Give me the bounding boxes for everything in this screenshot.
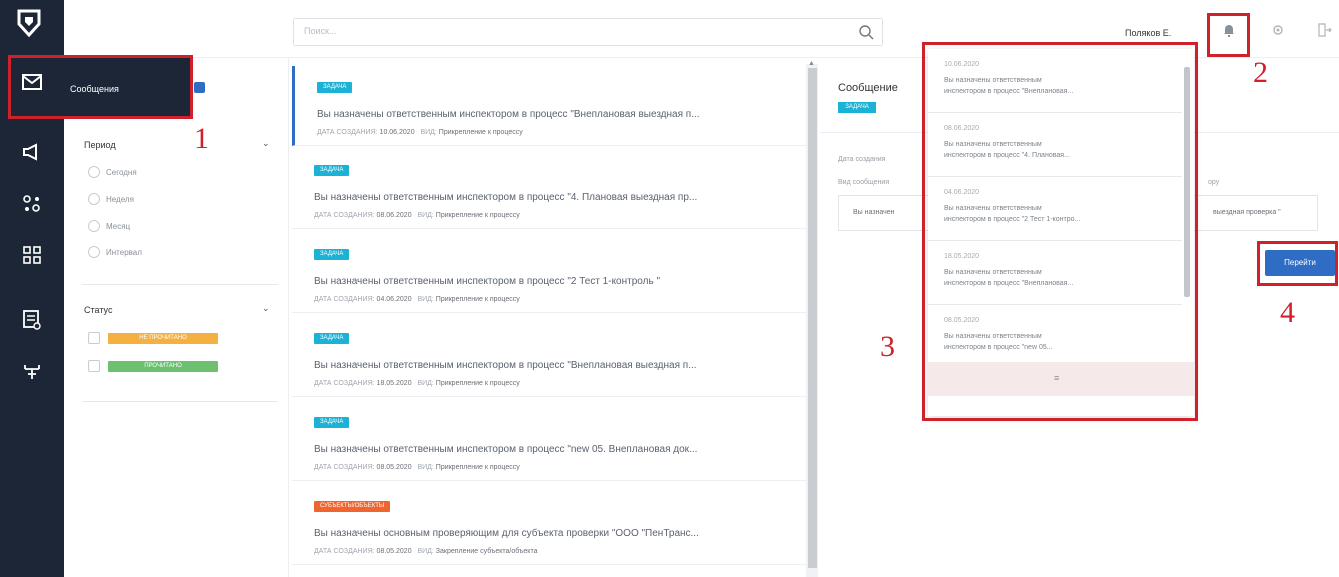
search-placeholder: Поиск...: [304, 26, 337, 36]
logout-icon[interactable]: [1316, 22, 1332, 38]
date-created-label: Дата создания: [838, 156, 886, 163]
logo-icon[interactable]: [14, 8, 44, 38]
megaphone-icon[interactable]: [18, 138, 46, 166]
filter-panel: Сообщения Период ⌄ Сегодня Неделя Месяц …: [64, 58, 289, 577]
chevron-down-icon[interactable]: ⌄: [262, 303, 270, 314]
annotation-box-3: [922, 42, 1198, 421]
list-item[interactable]: СУБЪЕКТЫ/ОБЪЕКТЫ Вы назначены основным п…: [292, 485, 806, 565]
annotation-number-3: 3: [880, 330, 895, 363]
list-item[interactable]: ЗАДАЧА Вы назначены ответственным инспек…: [292, 317, 806, 397]
task-badge: ЗАДАЧА: [314, 417, 350, 428]
status-title: Статус: [84, 305, 113, 315]
chevron-down-icon[interactable]: ⌄: [262, 138, 270, 149]
task-badge: ЗАДАЧА: [314, 333, 350, 344]
message-title: Вы назначены ответственным инспектором в…: [314, 360, 697, 371]
radio-week-label: Неделя: [106, 195, 134, 204]
app: Поиск... Поляков Е. Сообщения Период ⌄ С…: [0, 0, 1339, 577]
status-unread-tag: НЕ ПРОЧИТАНО: [108, 333, 218, 344]
annotation-box-2: [1207, 13, 1250, 57]
network-icon[interactable]: [18, 190, 46, 218]
message-body-start: Вы назначен: [853, 209, 895, 216]
radio-interval[interactable]: [88, 246, 100, 258]
detail-side-label: ору: [1208, 179, 1220, 186]
task-badge: ЗАДАЧА: [314, 165, 350, 176]
message-list: ЗАДАЧА Вы назначены ответственным инспек…: [292, 64, 806, 577]
message-type-label: Вид сообщения: [838, 179, 890, 186]
annotation-box-4: [1257, 241, 1338, 286]
list-item[interactable]: ЗАДАЧА Вы назначены ответственным инспек…: [292, 66, 806, 146]
list-item[interactable]: ЗАДАЧА Вы назначены ответственным инспек…: [292, 233, 806, 313]
message-meta: ДАТА СОЗДАНИЯ: 10.06.2020 ВИД: Прикрепле…: [317, 129, 523, 136]
list-scrollbar-thumb[interactable]: [808, 68, 817, 568]
annotation-number-1: 1: [194, 122, 209, 155]
task-badge: ЗАДАЧА: [317, 82, 353, 93]
annotation-number-2: 2: [1253, 56, 1268, 89]
grid-icon[interactable]: [18, 241, 46, 269]
detail-badge: ЗАДАЧА: [838, 102, 876, 113]
checklist-icon[interactable]: [18, 306, 46, 334]
message-title: Вы назначены основным проверяющим для су…: [314, 528, 699, 539]
status-read-tag: ПРОЧИТАНО: [108, 361, 218, 372]
search-icon[interactable]: [858, 24, 874, 40]
search-input[interactable]: Поиск...: [293, 18, 883, 46]
status-read-checkbox[interactable]: [88, 360, 100, 372]
annotation-box-1: [8, 55, 193, 119]
user-name[interactable]: Поляков Е.: [1125, 28, 1171, 38]
message-meta: ДАТА СОЗДАНИЯ: 08.05.2020 ВИД: Закреплен…: [314, 548, 538, 555]
message-meta: ДАТА СОЗДАНИЯ: 08.05.2020 ВИД: Прикрепле…: [314, 464, 520, 471]
radio-today-label: Сегодня: [106, 168, 137, 177]
status-unread-checkbox[interactable]: [88, 332, 100, 344]
radio-week[interactable]: [88, 193, 100, 205]
task-badge: ЗАДАЧА: [314, 249, 350, 260]
scroll-up-icon[interactable]: ▲: [808, 60, 815, 67]
message-title: Вы назначены ответственным инспектором в…: [317, 109, 700, 120]
divider: [82, 401, 278, 402]
gear-icon[interactable]: [1270, 22, 1286, 38]
period-title: Период: [84, 140, 116, 150]
divider: [82, 284, 278, 285]
annotation-number-4: 4: [1280, 296, 1295, 329]
message-title: Вы назначены ответственным инспектором в…: [314, 192, 698, 203]
hierarchy-icon[interactable]: [18, 357, 46, 385]
message-body-end: выездная проверка ": [1213, 209, 1281, 216]
detail-heading: Сообщение: [838, 82, 898, 94]
list-item[interactable]: ЗАДАЧА Вы назначены ответственным инспек…: [292, 149, 806, 229]
message-meta: ДАТА СОЗДАНИЯ: 18.05.2020 ВИД: Прикрепле…: [314, 380, 520, 387]
radio-month-label: Месяц: [106, 222, 131, 231]
message-title: Вы назначены ответственным инспектором в…: [314, 276, 661, 287]
radio-interval-label: Интервал: [106, 248, 142, 257]
list-item[interactable]: ЗАДАЧА Вы назначены ответственным инспек…: [292, 401, 806, 481]
radio-month[interactable]: [88, 220, 100, 232]
message-meta: ДАТА СОЗДАНИЯ: 04.06.2020 ВИД: Прикрепле…: [314, 296, 520, 303]
radio-today[interactable]: [88, 166, 100, 178]
subject-badge: СУБЪЕКТЫ/ОБЪЕКТЫ: [314, 501, 391, 512]
select-all-checkbox[interactable]: [194, 82, 205, 93]
message-title: Вы назначены ответственным инспектором в…: [314, 444, 698, 455]
message-meta: ДАТА СОЗДАНИЯ: 08.06.2020 ВИД: Прикрепле…: [314, 212, 520, 219]
